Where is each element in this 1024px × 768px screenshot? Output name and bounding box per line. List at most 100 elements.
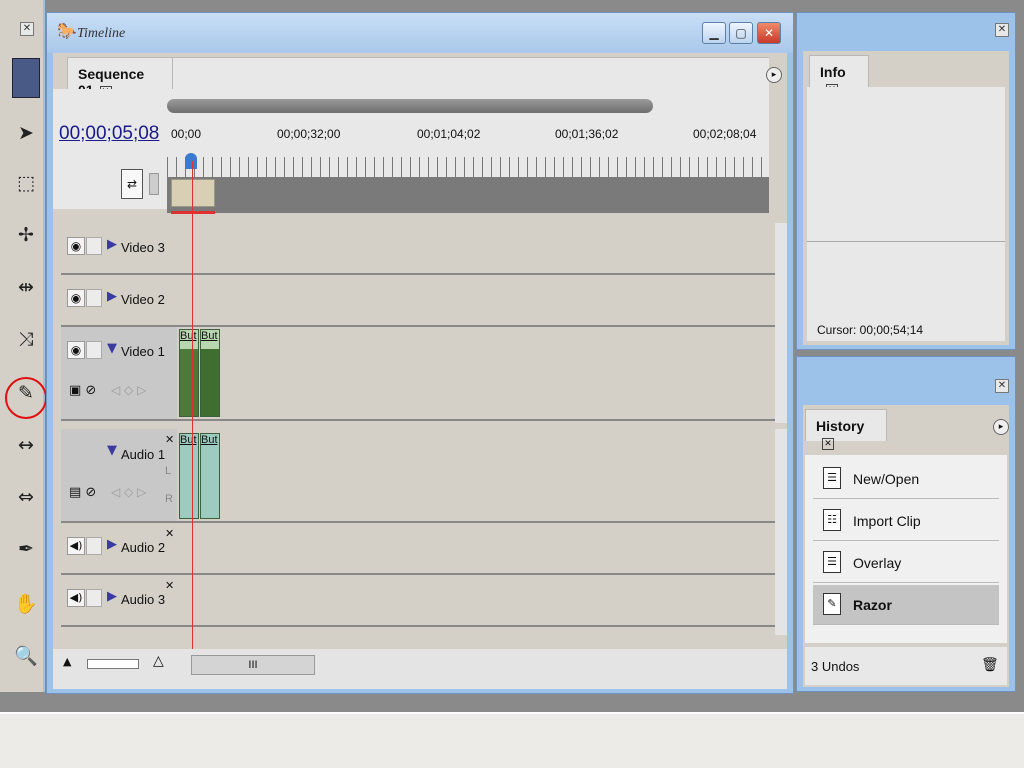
minimize-button[interactable]: ▁ bbox=[702, 22, 726, 44]
undo-count: 3 Undos bbox=[811, 659, 860, 674]
audio-scrollbar[interactable] bbox=[775, 429, 787, 635]
expand-triangle-icon[interactable]: ▶ bbox=[107, 237, 117, 252]
history-step-icon: ✎ bbox=[823, 593, 841, 615]
track-area-video2[interactable] bbox=[177, 275, 775, 327]
history-step-icon: ☷ bbox=[823, 509, 841, 531]
keyframe-nav-icon[interactable]: ◁ ◇ ▷ bbox=[111, 383, 146, 397]
history-item[interactable]: ☰ Overlay bbox=[813, 543, 999, 583]
track-name-audio1: Audio 1 bbox=[121, 447, 166, 462]
track-lock-toggle[interactable] bbox=[86, 289, 102, 307]
selection-tool-icon[interactable]: ➤ bbox=[11, 118, 41, 148]
tab-history[interactable]: History ✕ bbox=[805, 409, 887, 450]
track-select-tool-icon[interactable]: ⬚ bbox=[11, 168, 41, 198]
track-area-audio3[interactable] bbox=[177, 575, 775, 627]
track-lock-toggle[interactable] bbox=[86, 537, 102, 555]
close-button[interactable]: ✕ bbox=[757, 22, 781, 44]
history-item[interactable]: ☷ Import Clip bbox=[813, 501, 999, 541]
history-item[interactable]: ✎ Razor bbox=[813, 585, 999, 625]
timeline-titlebar: 🐎 Timeline ▁ ▢ ✕ bbox=[47, 13, 793, 53]
audio-clip-1[interactable]: But bbox=[179, 433, 199, 519]
sync-icon: ✕ bbox=[165, 433, 175, 446]
display-style-icon[interactable]: ▣ ⊘ bbox=[69, 383, 96, 398]
speaker-icon[interactable]: ◀) bbox=[67, 589, 85, 607]
timeline-body: Sequence 01✕ ▸ 00;00;05;08 ⇄ 00;00 00;00;… bbox=[53, 53, 787, 689]
snap-icon[interactable]: ⇄ bbox=[121, 169, 143, 199]
zoom-slider[interactable] bbox=[87, 659, 139, 669]
history-item[interactable]: ☰ New/Open bbox=[813, 459, 999, 499]
expand-triangle-icon[interactable]: ▶ bbox=[107, 589, 117, 604]
app-logo-icon bbox=[12, 58, 40, 98]
timeline-window: 🐎 Timeline ▁ ▢ ✕ Sequence 01✕ ▸ 00;00;05… bbox=[46, 12, 794, 694]
hand-tool-icon[interactable]: ✋ bbox=[11, 588, 41, 618]
history-close-icon[interactable]: ✕ bbox=[995, 379, 1009, 393]
work-area-handle[interactable] bbox=[171, 179, 215, 207]
sync-icon: ✕ bbox=[165, 579, 175, 592]
track-area-video1[interactable]: But But bbox=[177, 327, 775, 421]
track-area-video3[interactable] bbox=[177, 223, 775, 275]
info-tab-label: Info bbox=[820, 64, 846, 80]
rate-stretch-tool-icon[interactable]: ⤨ bbox=[11, 324, 41, 354]
track-name-video2: Video 2 bbox=[121, 292, 165, 307]
tab-info[interactable]: Info✕ bbox=[809, 55, 869, 96]
info-close-icon[interactable]: ✕ bbox=[995, 23, 1009, 37]
horizontal-scroll-thumb[interactable]: III bbox=[191, 655, 315, 675]
video-clip-1[interactable]: But bbox=[179, 329, 199, 417]
video-clip-2[interactable]: But bbox=[200, 329, 220, 417]
visibility-eye-icon[interactable]: ◉ bbox=[67, 237, 85, 255]
ruler-label: 00;01;36;02 bbox=[555, 127, 619, 141]
collapse-triangle-icon[interactable]: ▼ bbox=[107, 341, 117, 356]
playhead-handle[interactable] bbox=[185, 153, 197, 169]
video-scrollbar[interactable] bbox=[775, 223, 787, 423]
history-body: History ✕ ▸ ☰ New/Open ☷ Import Clip ☰ Overlay… bbox=[803, 405, 1009, 687]
visibility-eye-icon[interactable]: ◉ bbox=[67, 341, 85, 359]
trash-icon[interactable]: 🗑 bbox=[981, 657, 999, 673]
ruler-label: 00;01;04;02 bbox=[417, 127, 481, 141]
track-name-audio3: Audio 3 bbox=[121, 592, 166, 607]
keyframe-nav-icon[interactable]: ◁ ◇ ▷ bbox=[111, 485, 146, 499]
track-header-video3: ◉ ▶ Video 3 bbox=[61, 223, 177, 275]
zoom-in-icon[interactable]: △ bbox=[153, 653, 164, 669]
history-footer: 3 Undos 🗑 bbox=[805, 647, 1007, 685]
zoom-tool-icon[interactable]: 🔍 bbox=[11, 640, 41, 670]
track-area-audio1[interactable]: But But bbox=[177, 429, 775, 523]
info-panel: ✕ Info✕ Cursor: 00;00;54;14 bbox=[796, 12, 1016, 350]
collapse-triangle-icon[interactable]: ▼ bbox=[107, 443, 117, 458]
history-panel: ✕ History ✕ ▸ ☰ New/Open ☷ Import Clip ☰ Overl… bbox=[796, 356, 1016, 692]
ripple-edit-tool-icon[interactable]: ✢ bbox=[11, 220, 41, 250]
ruler-label: 00;02;08;04 bbox=[693, 127, 757, 141]
tab-sequence-01[interactable]: Sequence 01✕ bbox=[67, 57, 173, 98]
track-header-audio1: ▼ Audio 1 ✕ L R ▤ ⊘ ◁ ◇ ▷ bbox=[61, 429, 177, 523]
expand-triangle-icon[interactable]: ▶ bbox=[107, 289, 117, 304]
track-lock-toggle[interactable] bbox=[86, 589, 102, 607]
timecode-display[interactable]: 00;00;05;08 bbox=[59, 123, 159, 145]
history-tab-label: History bbox=[816, 418, 865, 434]
history-item-label: Overlay bbox=[853, 555, 902, 571]
track-header-video1: ◉ ▼ Video 1 ▣ ⊘ ◁ ◇ ▷ bbox=[61, 327, 177, 421]
rolling-edit-tool-icon[interactable]: ⇹ bbox=[11, 272, 41, 302]
visibility-eye-icon[interactable]: ◉ bbox=[67, 289, 85, 307]
zoom-scroll-bar[interactable] bbox=[167, 99, 653, 113]
expand-triangle-icon[interactable]: ▶ bbox=[107, 537, 117, 552]
maximize-button[interactable]: ▢ bbox=[729, 22, 753, 44]
panel-menu-icon[interactable]: ▸ bbox=[766, 67, 782, 83]
audio-clip-2[interactable]: But bbox=[200, 433, 220, 519]
track-lock-toggle[interactable] bbox=[86, 237, 102, 255]
track-name-video1: Video 1 bbox=[121, 344, 165, 359]
track-lock-toggle[interactable] bbox=[86, 341, 102, 359]
marker-icon[interactable] bbox=[149, 173, 159, 195]
timeline-window-title: Timeline bbox=[77, 26, 126, 41]
history-step-icon: ☰ bbox=[823, 467, 841, 489]
ruler-label: 00;00 bbox=[171, 127, 202, 141]
tab-close-icon[interactable]: ✕ bbox=[822, 438, 834, 450]
speaker-icon[interactable]: ◀) bbox=[67, 537, 85, 555]
track-area-audio2[interactable] bbox=[177, 523, 775, 575]
channel-left-label: L bbox=[165, 465, 172, 477]
waveform-toggle-icon[interactable]: ▤ ⊘ bbox=[69, 485, 96, 500]
tools-panel: ✕ ➤ ⬚ ✢ ⇹ ⤨ ✎ ↔ ⇔ ✒ ✋ 🔍 bbox=[0, 0, 45, 692]
history-menu-icon[interactable]: ▸ bbox=[993, 419, 1009, 435]
history-list: ☰ New/Open ☷ Import Clip ☰ Overlay ✎ Razor bbox=[805, 455, 1007, 643]
track-header-audio2: ◀) ▶ Audio 2 ✕ bbox=[61, 523, 177, 575]
tools-close-icon[interactable]: ✕ bbox=[20, 22, 34, 36]
zoom-out-icon[interactable]: ▲ bbox=[63, 655, 71, 668]
history-item-label: New/Open bbox=[853, 471, 920, 487]
